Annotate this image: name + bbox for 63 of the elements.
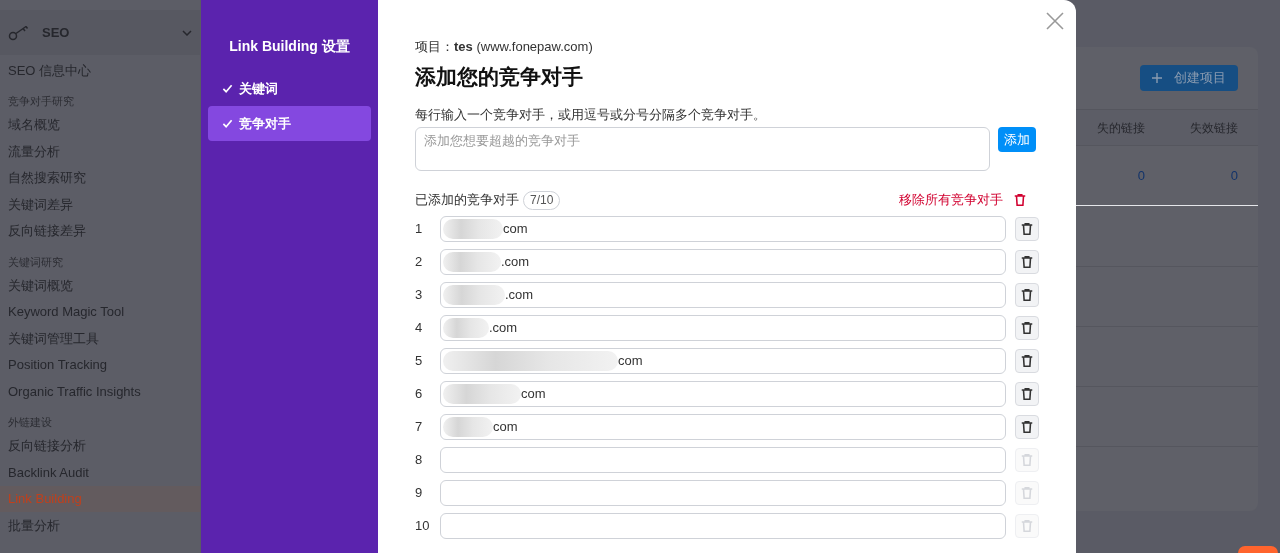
trash-icon (1020, 486, 1034, 500)
row-number: 8 (415, 451, 424, 470)
step-item[interactable]: 关键词 (208, 71, 371, 106)
delete-button[interactable] (1015, 349, 1039, 373)
domain-field[interactable] (440, 480, 1006, 506)
trash-icon (1013, 193, 1027, 207)
trash-icon (1020, 519, 1034, 533)
row-number: 2 (415, 253, 424, 272)
step-item[interactable]: 竞争对手 (208, 106, 371, 141)
chevron-icon (182, 29, 192, 36)
modal-sidebar-title: Link Building 设置 (228, 37, 351, 56)
project-label: 项目：tes (www.fonepaw.com) (415, 38, 594, 53)
row-number: 9 (415, 484, 424, 503)
modal-heading: 添加您的竞争对手 (415, 64, 584, 89)
trash-icon (1020, 288, 1034, 302)
table-cell-text: 0 (1136, 166, 1145, 185)
delete-button[interactable] (1015, 382, 1039, 406)
row-number: 5 (415, 352, 424, 371)
plus-icon (1152, 73, 1162, 83)
row-number: 6 (415, 385, 424, 404)
check-icon (222, 83, 233, 94)
delete-button[interactable] (1015, 415, 1039, 439)
domain-field[interactable]: com (440, 216, 1006, 242)
instruction-text: 每行输入一个竞争对手，或用逗号或分号分隔多个竞争对手。 (415, 106, 767, 123)
create-project-button[interactable]: 创建项目 (1140, 65, 1238, 91)
trash-icon (1020, 222, 1034, 236)
domain-field[interactable] (440, 447, 1006, 473)
sidebar-item[interactable]: Backlink Audit (0, 459, 200, 486)
add-button[interactable]: 添加 (998, 127, 1036, 152)
domain-field[interactable]: com (440, 414, 1006, 440)
trash-icon (1020, 321, 1034, 335)
domain-field[interactable]: com (440, 348, 1006, 374)
trash-icon (1020, 354, 1034, 368)
domain-field[interactable]: com (440, 381, 1006, 407)
trash-icon (1020, 420, 1034, 434)
row-number: 10 (415, 517, 431, 536)
delete-button[interactable] (1015, 217, 1039, 241)
remove-all-link[interactable]: 移除所有竞争对手 (899, 190, 1027, 210)
trash-icon (1020, 387, 1034, 401)
sidebar-item[interactable]: Organic Traffic Insights (0, 378, 200, 405)
row-number: 7 (415, 418, 424, 437)
domain-field[interactable] (440, 513, 1006, 539)
added-label: 已添加的竞争对手 (415, 191, 519, 210)
delete-button[interactable] (1015, 250, 1039, 274)
close-icon[interactable] (1046, 12, 1064, 30)
row-number: 3 (415, 286, 424, 305)
sidebar-item[interactable]: Keyword Magic Tool (0, 298, 200, 325)
check-icon (222, 118, 233, 129)
competitor-input[interactable]: 添加您想要超越的竞争对手 (415, 127, 990, 171)
trash-icon (1020, 453, 1034, 467)
key-icon (8, 23, 30, 42)
row-number: 1 (415, 220, 424, 239)
domain-field[interactable]: .com (440, 282, 1006, 308)
domain-field[interactable]: .com (440, 249, 1006, 275)
sidebar-item[interactable]: Link Building (0, 485, 200, 512)
trash-icon (1020, 255, 1034, 269)
delete-button[interactable] (1015, 316, 1039, 340)
sidebar-item[interactable]: Position Tracking (0, 351, 200, 378)
delete-button[interactable] (1015, 283, 1039, 307)
chat-bubble[interactable] (1238, 546, 1278, 553)
table-cell-text: 0 (1229, 166, 1239, 185)
row-number: 4 (415, 319, 424, 338)
domain-field[interactable]: .com (440, 315, 1006, 341)
